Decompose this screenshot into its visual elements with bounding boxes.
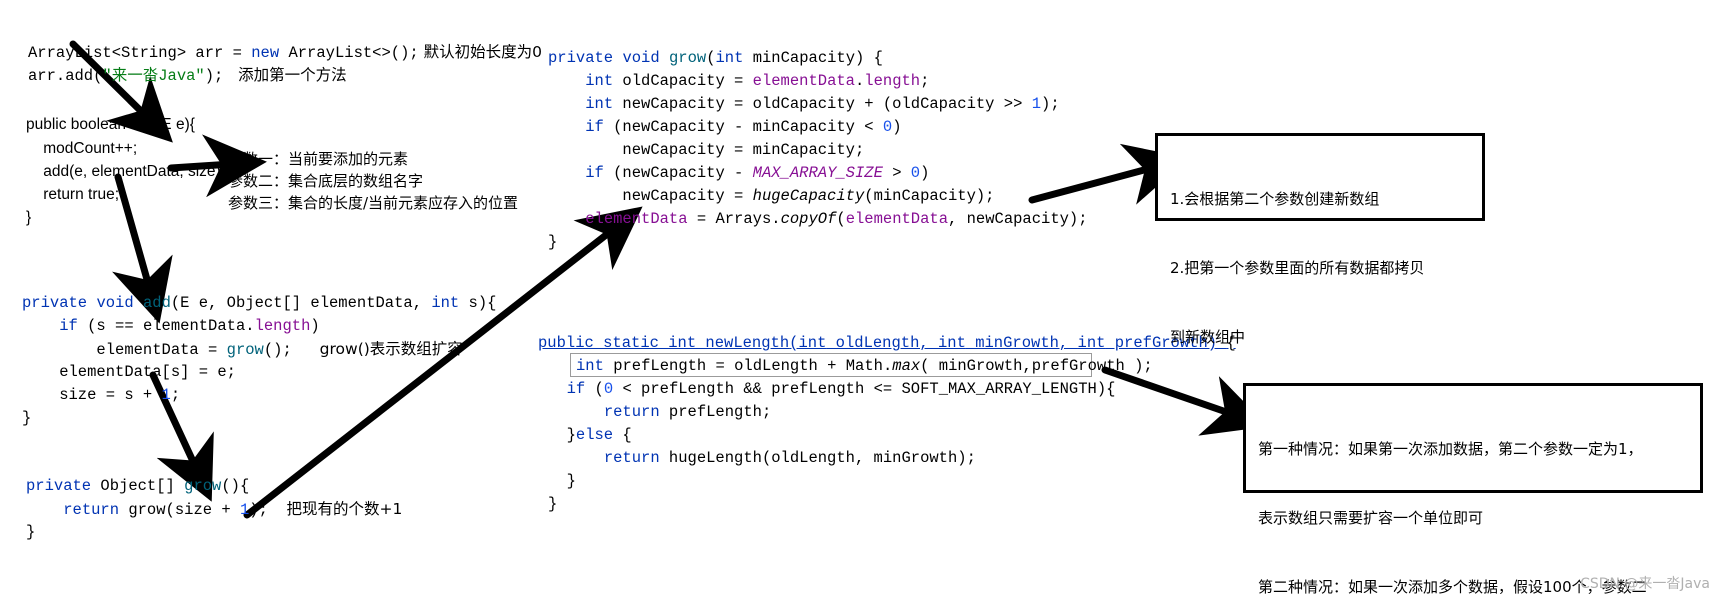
newlength-explanation-box: 第一种情况：如果第一次添加数据，第二个参数一定为1， 表示数组只需要扩容一个单位… [1243,383,1703,596]
public-add-line-1: modCount++; [26,140,138,157]
public-add-call: add(e, elementData, size); [26,160,225,184]
newlength-note-line-2: 表示数组只需要扩容一个单位即可 [1258,509,1484,527]
grow-small-return: return grow(size + 1); 把现有的个数+1 [63,500,403,519]
copyof-note-line-3: 到新数组中 [1170,328,1246,346]
newlength-else: }else { [548,426,632,444]
copyof-explanation-box: 1.会根据第二个参数创建新数组 2.把第一个参数里面的所有数据都拷贝 到新数组中 [1155,133,1485,346]
grow-jdk8-copyof: elementData = Arrays.copyOf(elementData,… [585,210,1088,228]
grow-jdk8-assign-min: newCapacity = minCapacity; [548,141,865,159]
usage-snippet-line2: arr.add("来一沓Java"); 添加第一个方法 [28,66,347,85]
parameter-explanation-3: 参数三：集合的长度/当前元素应存入的位置 [228,194,519,212]
arrow-copyof-to-box [1028,143,1189,205]
public-add-line-0: public boolean add(E e){ [26,116,195,133]
copyof-note-line-1: 1.会根据第二个参数创建新数组 [1170,190,1380,208]
newlength-preflength: int prefLength = oldLength + Math.max( m… [576,357,1153,375]
newlength-signature: public static int newLength(int oldLengt… [538,334,1236,352]
diagram-canvas: ArrayList<String> arr = new ArrayList<>(… [0,0,1728,605]
newlength-close-else: } [548,472,576,490]
private-add-close: } [22,409,32,427]
newlength-return-pref: return prefLength; [603,403,772,421]
newlength-return-huge: return hugeLength(oldLength, minGrowth); [603,449,976,467]
public-add-method: public boolean add(E e){ [26,113,195,137]
public-add-return: return true; [26,183,119,207]
newlength-if: if (0 < prefLength && prefLength <= SOFT… [566,380,1116,398]
grow-jdk8-if-max: if (newCapacity - MAX_ARRAY_SIZE > 0) [585,164,930,182]
private-add-if: if (s == elementData.length) [59,317,320,335]
grow-small-signature: private Object[] grow(){ [26,477,250,495]
public-add-line-4: } [26,209,32,226]
grow-jdk8-huge: newCapacity = hugeCapacity(minCapacity); [548,187,995,205]
grow-jdk8-newcapacity: int newCapacity = oldCapacity + (oldCapa… [585,95,1060,113]
arrow-public-add-to-private-add [112,173,173,324]
grow-jdk8-oldcapacity: int oldCapacity = elementData.length; [585,72,930,90]
watermark: CSDN @来一沓Java [1580,576,1710,592]
grow-small-close: } [26,523,36,541]
parameter-explanation-1: 参数一：当前要添加的元素 [228,150,409,168]
grow-jdk8-if-min: if (newCapacity - minCapacity < 0) [585,118,902,136]
private-add-assign: elementData[s] = e; [22,363,236,381]
copyof-note-line-2: 2.把第一个参数里面的所有数据都拷贝 [1170,259,1425,277]
grow-jdk8-signature: private void grow(int minCapacity) { [548,49,883,67]
public-add-line-3: return true; [26,186,120,203]
public-add-close: } [26,206,31,230]
public-add-line-2: add(e, elementData, size); [26,163,226,180]
private-add-signature: private void add(E e, Object[] elementDa… [22,294,497,312]
grow-jdk8-close: } [548,233,558,251]
parameter-explanation-2: 参数二：集合底层的数组名字 [228,172,424,190]
newlength-note-line-1: 第一种情况：如果第一次添加数据，第二个参数一定为1， [1258,440,1643,458]
private-add-size: size = s + 1; [22,386,181,404]
public-add-body: modCount++; [26,137,137,161]
newlength-close: } [548,495,558,513]
private-add-grow-call: elementData = grow(); grow()表示数组扩容 [22,340,463,359]
